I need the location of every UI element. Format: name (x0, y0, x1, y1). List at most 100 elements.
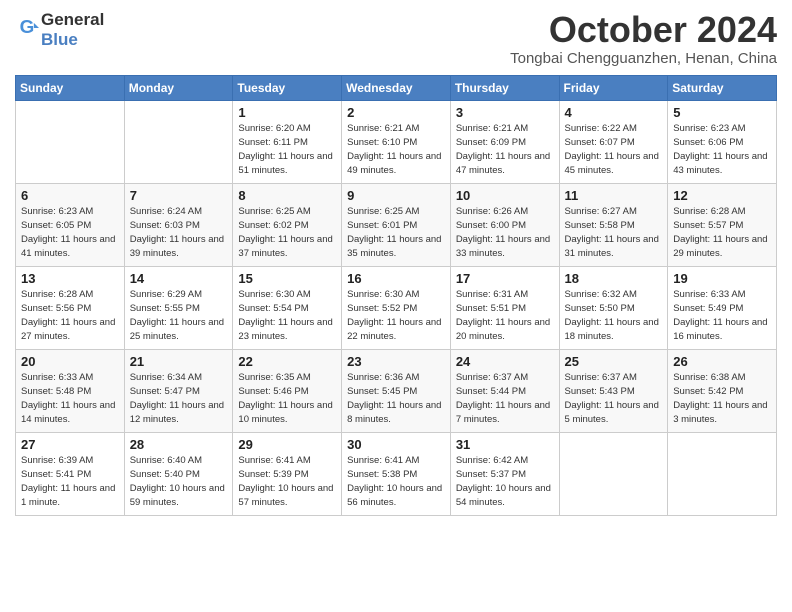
calendar-week-row: 13Sunrise: 6:28 AMSunset: 5:56 PMDayligh… (16, 266, 777, 349)
sunset-text: Sunset: 5:51 PM (456, 303, 526, 314)
calendar-cell (668, 432, 777, 515)
calendar-cell: 5Sunrise: 6:23 AMSunset: 6:06 PMDaylight… (668, 100, 777, 183)
day-number: 25 (565, 354, 663, 369)
calendar-cell: 20Sunrise: 6:33 AMSunset: 5:48 PMDayligh… (16, 349, 125, 432)
sunrise-text: Sunrise: 6:28 AM (21, 289, 93, 300)
calendar-cell: 22Sunrise: 6:35 AMSunset: 5:46 PMDayligh… (233, 349, 342, 432)
sunrise-text: Sunrise: 6:27 AM (565, 206, 637, 217)
sunrise-text: Sunrise: 6:32 AM (565, 289, 637, 300)
daylight-text: Daylight: 11 hours and 49 minutes. (347, 151, 441, 176)
daylight-text: Daylight: 11 hours and 51 minutes. (238, 151, 332, 176)
sunrise-text: Sunrise: 6:29 AM (130, 289, 202, 300)
calendar-cell: 29Sunrise: 6:41 AMSunset: 5:39 PMDayligh… (233, 432, 342, 515)
daylight-text: Daylight: 11 hours and 12 minutes. (130, 400, 224, 425)
logo-blue-text: Blue (41, 30, 104, 50)
day-header-sunday: Sunday (16, 75, 125, 100)
day-number: 15 (238, 271, 336, 286)
day-info: Sunrise: 6:37 AMSunset: 5:43 PMDaylight:… (565, 371, 663, 428)
day-info: Sunrise: 6:21 AMSunset: 6:09 PMDaylight:… (456, 122, 554, 179)
daylight-text: Daylight: 11 hours and 22 minutes. (347, 317, 441, 342)
day-info: Sunrise: 6:33 AMSunset: 5:48 PMDaylight:… (21, 371, 119, 428)
day-number: 23 (347, 354, 445, 369)
day-header-friday: Friday (559, 75, 668, 100)
day-number: 14 (130, 271, 228, 286)
sunset-text: Sunset: 5:38 PM (347, 469, 417, 480)
day-number: 6 (21, 188, 119, 203)
calendar-cell: 16Sunrise: 6:30 AMSunset: 5:52 PMDayligh… (342, 266, 451, 349)
day-number: 2 (347, 105, 445, 120)
day-info: Sunrise: 6:20 AM Sunset: 6:11 PM Daylight:… (238, 122, 336, 179)
day-number: 8 (238, 188, 336, 203)
sunset-text: Sunset: 5:40 PM (130, 469, 200, 480)
day-number: 29 (238, 437, 336, 452)
day-info: Sunrise: 6:42 AMSunset: 5:37 PMDaylight:… (456, 454, 554, 511)
sunrise-text: Sunrise: 6:42 AM (456, 455, 528, 466)
daylight-text: Daylight: 11 hours and 5 minutes. (565, 400, 659, 425)
daylight-text: Daylight: 11 hours and 47 minutes. (456, 151, 550, 176)
sunset-text: Sunset: 5:42 PM (673, 386, 743, 397)
calendar-cell: 6 Sunrise: 6:23 AMSunset: 6:05 PMDaylight… (16, 183, 125, 266)
daylight-text: Daylight: 11 hours and 37 minutes. (238, 234, 332, 259)
sunset-text: Sunset: 5:44 PM (456, 386, 526, 397)
day-info: Sunrise: 6:36 AMSunset: 5:45 PMDaylight:… (347, 371, 445, 428)
calendar-cell: 23 Sunrise: 6:36 AMSunset: 5:45 PMDayligh… (342, 349, 451, 432)
calendar-cell: 14Sunrise: 6:29 AMSunset: 5:55 PMDayligh… (124, 266, 233, 349)
day-info: Sunrise: 6:23 AMSunset: 6:05 PMDaylight:… (21, 205, 119, 262)
daylight-text: Daylight: 10 hours and 59 minutes. (130, 483, 225, 508)
sunrise-text: Sunrise: 6:35 AM (238, 372, 310, 383)
day-info: Sunrise: 6:24 AMSunset: 6:03 PMDaylight:… (130, 205, 228, 262)
daylight-text: Daylight: 11 hours and 10 minutes. (238, 400, 332, 425)
sunset-text: Sunset: 6:03 PM (130, 220, 200, 231)
day-number: 27 (21, 437, 119, 452)
day-number: 30 (347, 437, 445, 452)
day-number: 24 (456, 354, 554, 369)
day-info: Sunrise: 6:30 AMSunset: 5:52 PMDaylight:… (347, 288, 445, 345)
daylight-text: Daylight: 11 hours and 29 minutes. (673, 234, 767, 259)
day-number: 26 (673, 354, 771, 369)
day-info: Sunrise: 6:26 AMSunset: 6:00 PMDaylight:… (456, 205, 554, 262)
day-header-wednesday: Wednesday (342, 75, 451, 100)
sunrise-text: Sunrise: 6:37 AM (456, 372, 528, 383)
sunrise-text: Sunrise: 6:41 AM (347, 455, 419, 466)
sunset-text: Sunset: 5:50 PM (565, 303, 635, 314)
sunrise-text: Sunrise: 6:23 AM (673, 123, 745, 134)
sunset-text: Sunset: 6:11 PM (238, 137, 308, 148)
calendar-header-row: SundayMondayTuesdayWednesdayThursdayFrid… (16, 75, 777, 100)
sunset-text: Sunset: 5:43 PM (565, 386, 635, 397)
calendar-week-row: 27Sunrise: 6:39 AMSunset: 5:41 PMDayligh… (16, 432, 777, 515)
day-info: Sunrise: 6:33 AMSunset: 5:49 PMDaylight:… (673, 288, 771, 345)
daylight-text: Daylight: 11 hours and 43 minutes. (673, 151, 767, 176)
sunrise-text: Sunrise: 6:31 AM (456, 289, 528, 300)
sunrise-text: Sunrise: 6:33 AM (21, 372, 93, 383)
sunrise-text: Sunrise: 6:20 AM (238, 123, 310, 134)
daylight-text: Daylight: 11 hours and 31 minutes. (565, 234, 659, 259)
day-number: 17 (456, 271, 554, 286)
daylight-text: Daylight: 11 hours and 33 minutes. (456, 234, 550, 259)
sunset-text: Sunset: 5:55 PM (130, 303, 200, 314)
calendar-cell: 15Sunrise: 6:30 AMSunset: 5:54 PMDayligh… (233, 266, 342, 349)
day-info: Sunrise: 6:31 AMSunset: 5:51 PMDaylight:… (456, 288, 554, 345)
day-info: Sunrise: 6:34 AMSunset: 5:47 PMDaylight:… (130, 371, 228, 428)
calendar-cell: 11Sunrise: 6:27 AMSunset: 5:58 PMDayligh… (559, 183, 668, 266)
calendar-table: SundayMondayTuesdayWednesdayThursdayFrid… (15, 75, 777, 516)
day-header-saturday: Saturday (668, 75, 777, 100)
sunset-text: Sunset: 5:47 PM (130, 386, 200, 397)
sunset-text: Sunset: 6:05 PM (21, 220, 91, 231)
calendar-cell (559, 432, 668, 515)
sunrise-text: Sunrise: 6:38 AM (673, 372, 745, 383)
daylight-text: Daylight: 11 hours and 23 minutes. (238, 317, 332, 342)
day-number: 22 (238, 354, 336, 369)
day-number: 12 (673, 188, 771, 203)
day-number: 11 (565, 188, 663, 203)
month-title: October 2024 (510, 10, 777, 50)
location-title: Tongbai Chengguanzhen, Henan, China (510, 50, 777, 67)
calendar-cell: 12Sunrise: 6:28 AMSunset: 5:57 PMDayligh… (668, 183, 777, 266)
day-number: 19 (673, 271, 771, 286)
sunrise-text: Sunrise: 6:30 AM (347, 289, 419, 300)
daylight-text: Daylight: 10 hours and 56 minutes. (347, 483, 442, 508)
day-header-thursday: Thursday (450, 75, 559, 100)
day-info: Sunrise: 6:25 AMSunset: 6:02 PMDaylight:… (238, 205, 336, 262)
sunset-text: Sunset: 5:49 PM (673, 303, 743, 314)
day-info: Sunrise: 6:21 AMSunset: 6:10 PMDaylight:… (347, 122, 445, 179)
logo-general-text: General (41, 10, 104, 30)
